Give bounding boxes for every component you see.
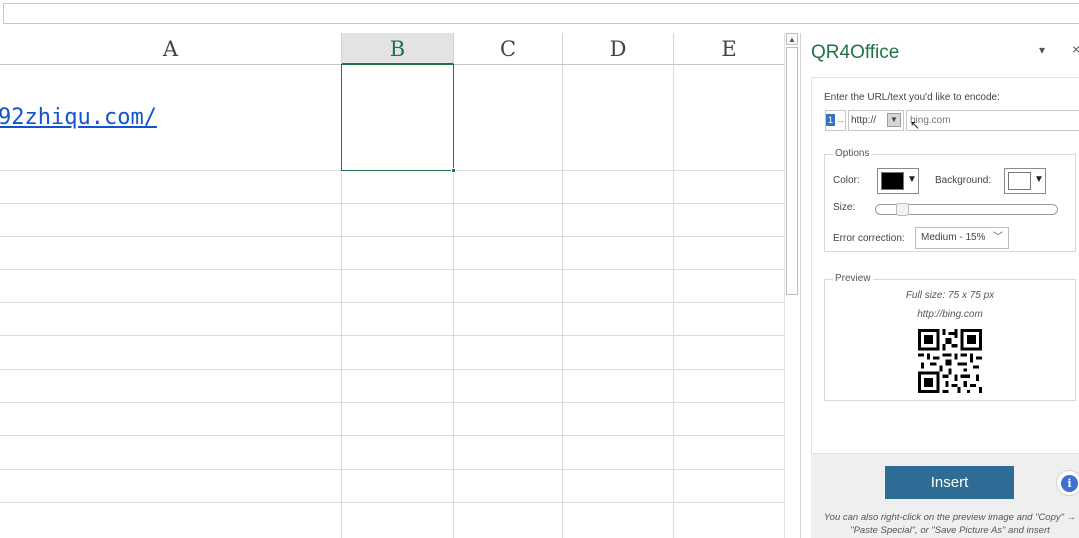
encode-row: 1→ http:// ▼ ↖	[825, 110, 1079, 132]
close-icon[interactable]: ×	[1072, 41, 1079, 57]
preview-group: Preview Full size: 75 x 75 px http://bin…	[824, 273, 1076, 401]
preview-size: Full size: 75 x 75 px	[905, 290, 995, 301]
protocol-value: http://	[851, 115, 877, 126]
qr4office-task-pane: QR4Office ▾ × Enter the URL/text you'd l…	[800, 33, 1079, 538]
grid-line	[0, 269, 785, 270]
insert-button[interactable]: Insert	[885, 466, 1014, 499]
grid-line	[0, 203, 785, 204]
options-legend: Options	[833, 148, 872, 159]
vertical-scrollbar[interactable]: ▲	[784, 33, 799, 538]
size-label: Size:	[833, 202, 856, 213]
color-picker[interactable]: ▼	[877, 168, 919, 194]
grid-line	[0, 469, 785, 470]
color-swatch	[881, 172, 904, 190]
encode-label: Enter the URL/text you'd like to encode:	[824, 92, 1000, 103]
error-correction-value: Medium - 15%	[921, 232, 986, 243]
chevron-down-icon[interactable]: ▾	[1039, 43, 1045, 57]
error-correction-label: Error correction:	[833, 233, 905, 244]
size-slider-thumb[interactable]	[896, 203, 909, 216]
grid-line	[0, 435, 785, 436]
pane-footer: Insert i You can also right-click on the…	[811, 454, 1079, 538]
error-correction-select[interactable]: Medium - 15% ﹀	[915, 227, 1009, 249]
formula-input[interactable]	[3, 3, 1079, 24]
column-header-d[interactable]: D	[563, 33, 674, 65]
grid-line	[0, 369, 785, 370]
pane-title: QR4Office	[811, 42, 900, 63]
cell-a1-hyperlink[interactable]: 92zhiqu.com/	[0, 105, 157, 130]
preview-url: http://bing.com	[917, 309, 983, 320]
background-picker[interactable]: ▼	[1004, 168, 1046, 194]
dropdown-arrow-icon: ▼	[1034, 174, 1044, 185]
info-icon: i	[1061, 475, 1078, 492]
chevron-down-icon: ﹀	[993, 232, 1003, 243]
grid-line	[0, 236, 785, 237]
excel-window: A B C D E 92zhiqu.com/ ▲ QR4Office ▾ × E…	[0, 0, 1079, 538]
fill-handle[interactable]	[451, 168, 456, 173]
hint-text: You can also right-click on the preview …	[823, 512, 1077, 536]
size-slider[interactable]	[875, 203, 1058, 216]
column-header-c[interactable]: C	[454, 33, 563, 65]
info-button[interactable]: i	[1056, 470, 1079, 496]
grid-line	[0, 402, 785, 403]
scroll-thumb[interactable]	[786, 47, 798, 295]
protocol-icon[interactable]: 1 →	[825, 110, 846, 131]
dropdown-arrow-icon: ▼	[907, 174, 917, 185]
grid-line	[0, 302, 785, 303]
qr-code-preview[interactable]	[918, 329, 982, 393]
pane-content: Enter the URL/text you'd like to encode:…	[811, 77, 1079, 454]
grid-line	[0, 502, 785, 503]
column-header-b[interactable]: B	[342, 33, 454, 65]
color-label: Color:	[833, 175, 860, 186]
selected-cell-b1[interactable]	[341, 64, 456, 173]
protocol-dropdown-icon[interactable]: ▼	[887, 113, 901, 127]
formula-bar	[0, 0, 1079, 33]
mouse-cursor-icon: ↖	[910, 118, 921, 132]
grid-line	[0, 335, 785, 336]
worksheet: A B C D E 92zhiqu.com/	[0, 33, 785, 538]
preview-legend: Preview	[833, 273, 873, 284]
options-group: Options Color: ▼ Background: ▼ Size: Err…	[824, 148, 1076, 252]
column-header-a[interactable]: A	[0, 33, 342, 65]
column-header-e[interactable]: E	[674, 33, 785, 65]
background-swatch	[1008, 172, 1031, 190]
scroll-up-icon[interactable]: ▲	[786, 33, 798, 45]
background-label: Background:	[935, 175, 992, 186]
url-input[interactable]	[906, 110, 1079, 131]
